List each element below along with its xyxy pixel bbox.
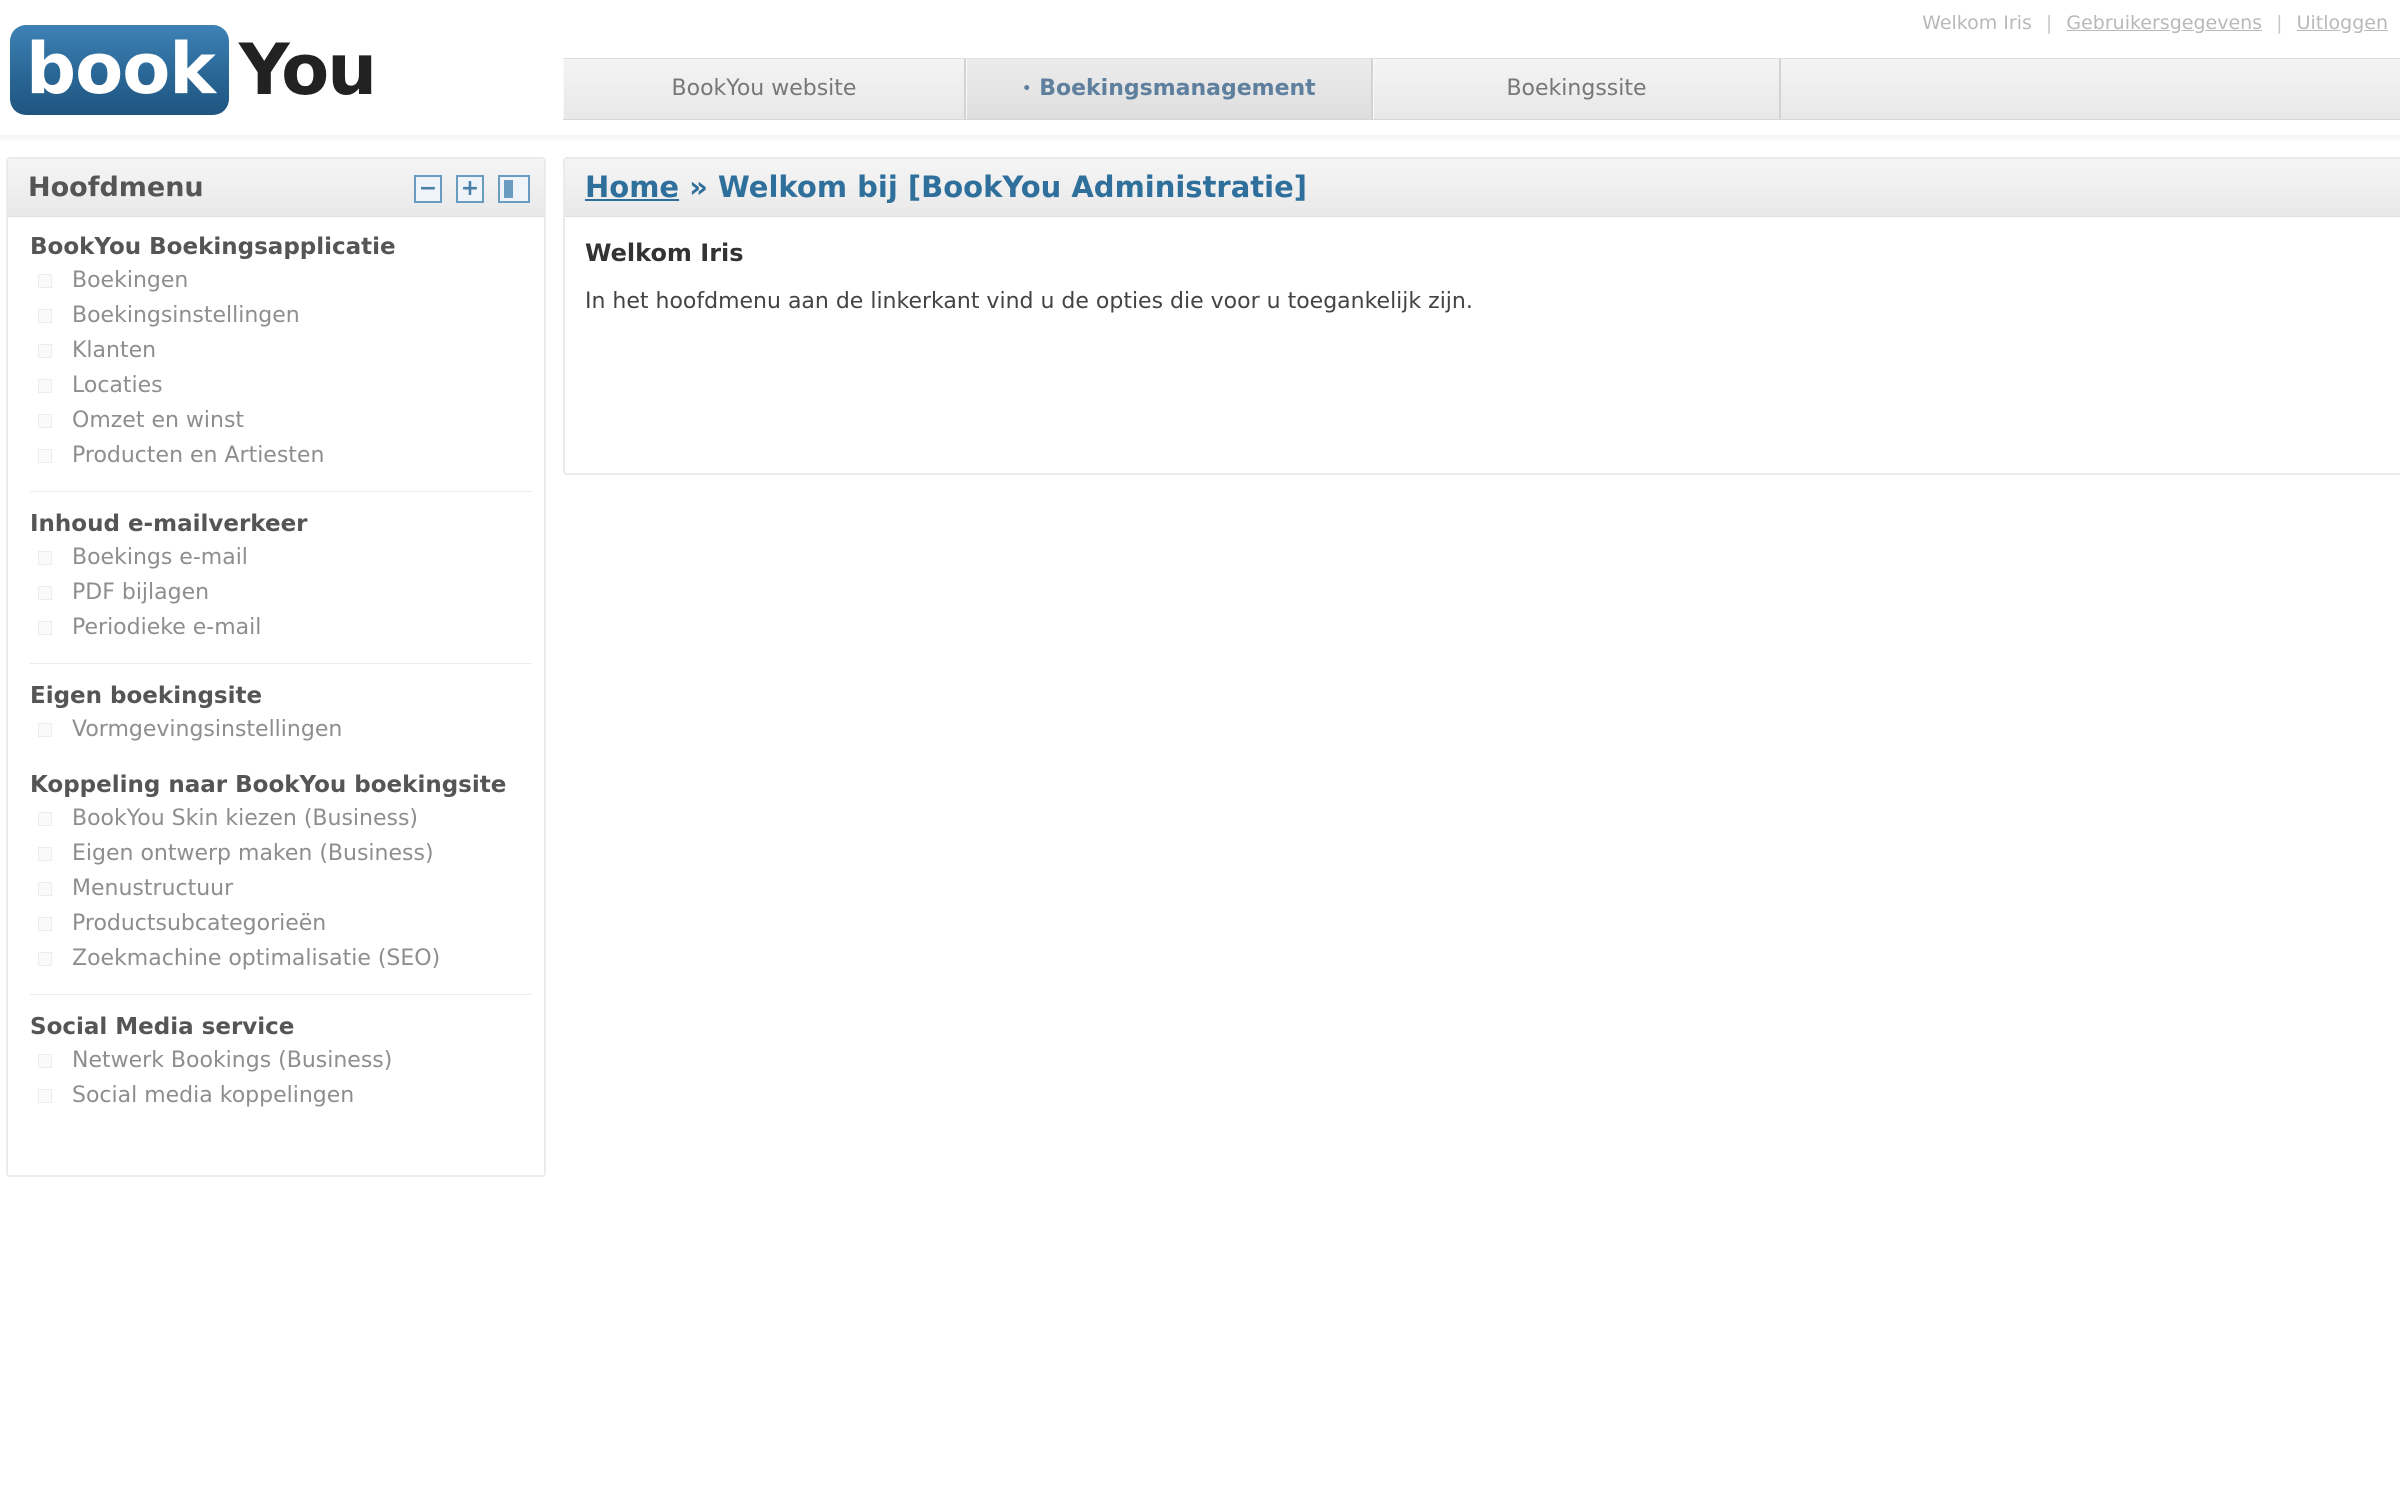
content-body: Welkom Iris In het hoofdmenu aan de link… [565, 217, 2400, 336]
menu-item-boekings-email[interactable]: Boekings e-mail [30, 540, 530, 575]
separator: | [2276, 12, 2283, 34]
menu-item-omzet-en-winst[interactable]: Omzet en winst [30, 403, 530, 438]
menu-item-label: Locaties [72, 373, 163, 398]
checkbox[interactable] [38, 1053, 52, 1068]
menu-item-label: Vormgevingsinstellingen [72, 717, 343, 742]
menu-section-email: Inhoud e-mailverkeer Boekings e-mail PDF… [8, 508, 544, 645]
checkbox[interactable] [38, 811, 52, 826]
menu-item-periodieke-email[interactable]: Periodieke e-mail [30, 610, 530, 645]
checkbox[interactable] [38, 916, 52, 931]
menu-divider [30, 994, 532, 995]
menu-section-social-media: Social Media service Netwerk Bookings (B… [8, 1011, 544, 1113]
tab-label: Boekingsmanagement [1039, 76, 1316, 101]
main-menu-header: Hoofdmenu − + [8, 159, 544, 217]
checkbox[interactable] [38, 413, 52, 428]
tab-boekingssite[interactable]: Boekingssite [1373, 59, 1781, 119]
checkbox[interactable] [38, 620, 52, 635]
checkbox[interactable] [38, 951, 52, 966]
menu-section-title: Inhoud e-mailverkeer [30, 511, 308, 537]
bookyou-logo[interactable]: book You [10, 25, 377, 115]
checkbox[interactable] [38, 722, 52, 737]
menu-item-klanten[interactable]: Klanten [30, 333, 530, 368]
checkbox[interactable] [38, 1088, 52, 1103]
menu-item-label: Menustructuur [72, 876, 234, 901]
user-details-link[interactable]: Gebruikersgegevens [2066, 12, 2262, 34]
checkbox[interactable] [38, 448, 52, 463]
menu-section-title: BookYou Boekingsapplicatie [30, 234, 396, 260]
menu-item-eigen-ontwerp[interactable]: Eigen ontwerp maken (Business) [30, 836, 530, 871]
menu-item-menustructuur[interactable]: Menustructuur [30, 871, 530, 906]
menu-item-boekingen[interactable]: Boekingen [30, 263, 530, 298]
menu-item-label: BookYou Skin kiezen (Business) [72, 806, 419, 831]
welcome-greeting: Welkom Iris [1922, 12, 2032, 34]
tab-label: BookYou website [671, 76, 857, 101]
toggle-panel-icon[interactable] [498, 175, 530, 203]
welcome-heading: Welkom Iris [585, 239, 744, 267]
checkbox[interactable] [38, 846, 52, 861]
checkbox[interactable] [38, 585, 52, 600]
menu-item-skin-kiezen[interactable]: BookYou Skin kiezen (Business) [30, 801, 530, 836]
menu-divider [30, 663, 532, 664]
intro-text: In het hoofdmenu aan de linkerkant vind … [585, 289, 1473, 314]
menu-item-label: Producten en Artiesten [72, 443, 325, 468]
menu-item-productsubcategorieen[interactable]: Productsubcategorieën [30, 906, 530, 941]
menu-item-vormgevingsinstellingen[interactable]: Vormgevingsinstellingen [30, 712, 530, 747]
menu-item-label: Omzet en winst [72, 408, 245, 433]
menu-section-boekingsapplicatie: BookYou Boekingsapplicatie Boekingen Boe… [8, 231, 544, 473]
checkbox[interactable] [38, 343, 52, 358]
tab-boekingsmanagement[interactable]: • Boekingsmanagement [966, 59, 1373, 119]
checkbox[interactable] [38, 273, 52, 288]
logout-link[interactable]: Uitloggen [2297, 12, 2388, 34]
menu-item-label: Netwerk Bookings (Business) [72, 1048, 393, 1073]
checkbox[interactable] [38, 550, 52, 565]
separator: | [2045, 12, 2053, 34]
menu-item-pdf-bijlagen[interactable]: PDF bijlagen [30, 575, 530, 610]
logo-you-text: You [238, 29, 377, 111]
menu-section-title: Koppeling naar BookYou boekingsite [30, 772, 507, 798]
menu-section-title: Eigen boekingsite [30, 683, 263, 709]
menu-item-seo[interactable]: Zoekmachine optimalisatie (SEO) [30, 941, 530, 976]
menu-item-locaties[interactable]: Locaties [30, 368, 530, 403]
menu-item-label: Social media koppelingen [72, 1083, 355, 1108]
menu-divider [30, 491, 532, 492]
menu-section-eigen-boekingsite: Eigen boekingsite Vormgevingsinstellinge… [8, 680, 544, 747]
menu-item-label: Productsubcategorieën [72, 911, 327, 936]
menu-section-title: Social Media service [30, 1014, 295, 1040]
main-menu-tools: − + [414, 175, 530, 203]
active-bullet-icon: • [1022, 81, 1032, 97]
menu-item-social-media-koppelingen[interactable]: Social media koppelingen [30, 1078, 530, 1113]
breadcrumb-current: Welkom bij [BookYou Administratie] [717, 170, 1308, 204]
menu-item-label: Eigen ontwerp maken (Business) [72, 841, 434, 866]
menu-item-label: Periodieke e-mail [72, 615, 262, 640]
breadcrumb-home-link[interactable]: Home [585, 170, 679, 204]
breadcrumb-separator: » [689, 170, 708, 204]
menu-item-label: Boekingsinstellingen [72, 303, 300, 328]
menu-item-producten-en-artiesten[interactable]: Producten en Artiesten [30, 438, 530, 473]
menu-section-koppeling: Koppeling naar BookYou boekingsite BookY… [8, 769, 544, 976]
menu-item-label: PDF bijlagen [72, 580, 210, 605]
tab-label: Boekingssite [1506, 76, 1647, 101]
main-tabs: BookYou website • Boekingsmanagement Boek… [563, 58, 2400, 120]
menu-item-label: Klanten [72, 338, 157, 363]
header-divider [0, 135, 2400, 143]
content-panel: Home» Welkom bij [BookYou Administratie] … [563, 157, 2400, 475]
main-menu-title: Hoofdmenu [28, 172, 204, 203]
menu-item-boekingsinstellingen[interactable]: Boekingsinstellingen [30, 298, 530, 333]
expand-all-icon[interactable]: + [456, 175, 484, 203]
checkbox[interactable] [38, 378, 52, 393]
menu-item-netwerk-bookings[interactable]: Netwerk Bookings (Business) [30, 1043, 530, 1078]
top-user-links: Welkom Iris | Gebruikersgegevens | Uitlo… [1922, 12, 2388, 34]
breadcrumb: Home » Welkom bij [BookYou Administratie] [565, 159, 2400, 217]
logo-book-text: book [10, 25, 229, 115]
menu-item-label: Boekings e-mail [72, 545, 248, 570]
header: book You Welkom Iris | Gebruikersgegeven… [0, 0, 2400, 143]
checkbox[interactable] [38, 308, 52, 323]
collapse-all-icon[interactable]: − [414, 175, 442, 203]
checkbox[interactable] [38, 881, 52, 896]
menu-item-label: Boekingen [72, 268, 189, 293]
main-menu-panel: Hoofdmenu − + BookYou Boekingsapplicatie… [6, 157, 546, 1177]
tab-bookyou-website[interactable]: BookYou website [563, 59, 966, 119]
menu-item-label: Zoekmachine optimalisatie (SEO) [72, 946, 441, 971]
